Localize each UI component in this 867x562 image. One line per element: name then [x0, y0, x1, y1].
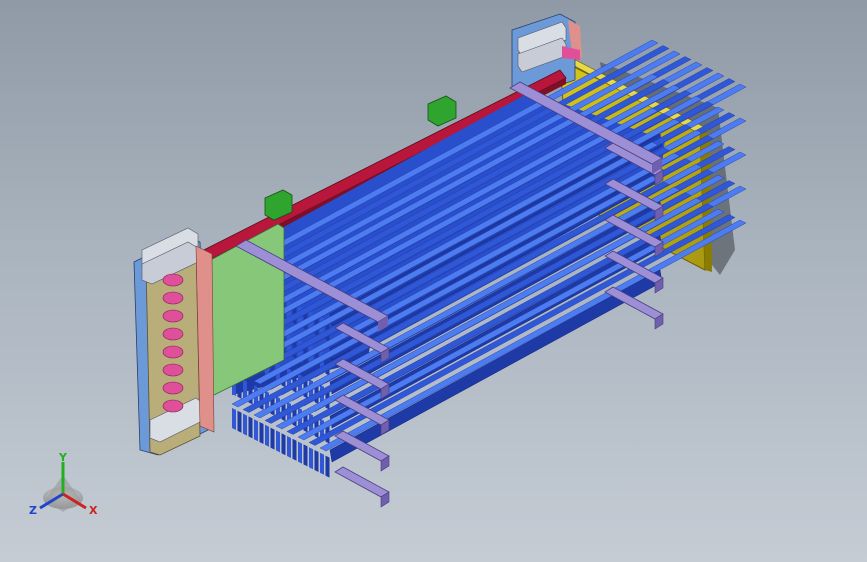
- fin-tooth: [248, 416, 253, 439]
- fin-tooth: [325, 455, 330, 478]
- pink-roller: [162, 327, 184, 341]
- fin-tooth: [314, 450, 319, 472]
- heat-exchanger-model[interactable]: [0, 0, 867, 562]
- fin-tooth: [237, 410, 242, 433]
- fin-tooth: [309, 447, 313, 470]
- fin-tooth: [292, 438, 297, 461]
- pink-roller: [162, 273, 184, 287]
- fin-tooth: [270, 427, 275, 450]
- fin-tooth: [281, 433, 286, 456]
- pink-roller: [162, 345, 184, 359]
- fin-tooth: [298, 441, 302, 464]
- axis-triad: [39, 462, 87, 512]
- pink-roller: [162, 381, 184, 395]
- x-axis-label: X: [89, 504, 98, 517]
- y-axis-label: Y: [59, 451, 67, 464]
- fin-tooth: [254, 419, 258, 442]
- pink-roller: [162, 399, 184, 413]
- fin-tooth: [259, 422, 264, 444]
- left-bracket: [133, 227, 215, 456]
- z-axis-label: Z: [29, 504, 37, 517]
- fin-tooth: [265, 424, 269, 447]
- fin-tooth: [320, 452, 324, 475]
- cad-viewport[interactable]: Y Z X: [0, 0, 867, 562]
- fin-tooth: [303, 444, 308, 467]
- fin-tooth: [287, 436, 291, 458]
- pink-roller: [162, 309, 184, 323]
- fin-tooth: [232, 408, 236, 430]
- fin-tooth: [243, 413, 247, 436]
- fin-tooth: [276, 430, 280, 453]
- crossbar-front: [334, 466, 390, 498]
- pink-roller: [162, 363, 184, 377]
- pink-roller: [162, 291, 184, 305]
